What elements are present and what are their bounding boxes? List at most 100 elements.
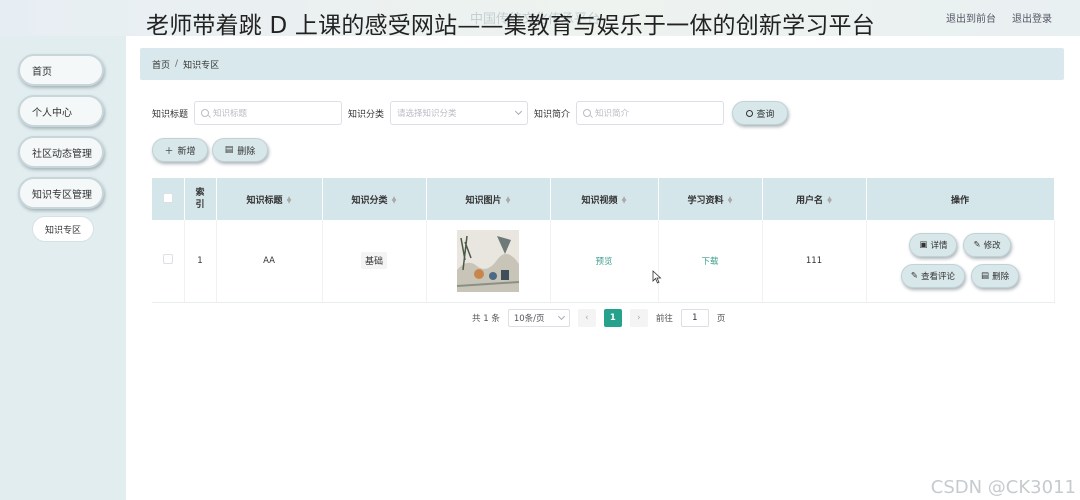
preview-video-link[interactable]: 预览 — [595, 257, 612, 267]
sort-icon[interactable]: ▲ ▼ — [622, 196, 627, 205]
title-cell: AA — [216, 220, 323, 303]
sidebar-subitem-label: 知识专区 — [44, 225, 81, 236]
trash-icon: ▤ — [981, 271, 990, 282]
chevron-right-icon: › — [637, 313, 641, 323]
total-count: 共 1 条 — [472, 312, 500, 324]
sort-icon[interactable]: ▲ ▼ — [827, 196, 832, 205]
edit-button-label: 修改 — [983, 241, 1001, 252]
query-button[interactable]: 查询 — [732, 101, 789, 125]
category-select-placeholder: 请选择知识分类 — [397, 109, 457, 119]
pencil-icon: ✎ — [910, 271, 919, 282]
view-comments-button[interactable]: ✎ 查看评论 — [900, 264, 966, 289]
document-icon: ▣ — [919, 240, 928, 251]
sort-icon[interactable]: ▲ ▼ — [392, 196, 397, 205]
select-all-cell — [152, 178, 185, 220]
logout-link[interactable]: 退出登录 — [1012, 10, 1052, 25]
sidebar-subitem-knowledge-zone[interactable]: 知识专区 — [32, 216, 94, 242]
select-all-checkbox[interactable] — [162, 192, 173, 203]
header-label: 知识标题 — [246, 195, 283, 206]
image-cell — [426, 220, 551, 303]
actions-cell: ▣ 详情 ✎ 修改 ✎ 查看评论 ▤ 删除 — [866, 220, 1055, 303]
knowledge-thumbnail[interactable] — [457, 229, 519, 292]
table-row: 1 AA 基础 预览 下载 111 ▣ 详情 ✎ 修改 ✎ 查看评论 ▤ 删除 — [152, 220, 1055, 303]
column-header-username[interactable]: 用户名 ▲ ▼ — [762, 178, 867, 220]
title-search-placeholder: 知识标题 — [213, 109, 248, 119]
intro-search-placeholder: 知识简介 — [595, 109, 630, 119]
goto-suffix: 页 — [716, 314, 726, 324]
row-delete-button-label: 删除 — [992, 272, 1010, 283]
total-prefix: 共 — [472, 314, 481, 324]
overlay-caption: 老师带着跳 D 上课的感受网站——集教育与娱乐于一体的创新学习平台 — [146, 13, 875, 39]
index-cell: 1 — [184, 220, 217, 303]
next-page-button[interactable]: › — [629, 309, 648, 327]
prev-page-button[interactable]: ‹ — [577, 309, 596, 327]
column-header-image[interactable]: 知识图片 ▲ ▼ — [426, 178, 551, 220]
mouse-cursor-icon — [652, 270, 662, 284]
search-icon — [583, 109, 592, 117]
page-number[interactable]: 1 — [603, 309, 622, 327]
row-delete-button[interactable]: ▤ 删除 — [971, 264, 1020, 289]
page-size-select[interactable]: 10条/页 — [507, 309, 570, 327]
sort-icon[interactable]: ▲ ▼ — [728, 196, 733, 205]
row-actions-line: ✎ 查看评论 ▤ 删除 — [900, 264, 1020, 289]
column-header-material[interactable]: 学习资料 ▲ ▼ — [658, 178, 763, 220]
sidebar-item-home[interactable]: 首页 — [18, 54, 104, 86]
search-icon — [745, 109, 753, 117]
category-cell: 基础 — [322, 220, 427, 303]
top-links: 退出到前台 退出登录 — [946, 10, 1052, 25]
title-search-input[interactable]: 知识标题 — [194, 101, 343, 125]
sidebar-item-label: 社区动态管理 — [32, 148, 92, 160]
column-header-actions: 操作 — [866, 178, 1055, 220]
total-suffix: 条 — [491, 314, 500, 324]
goto-page-input[interactable]: 1 — [680, 309, 709, 327]
knowledge-table: 索引 知识标题 ▲ ▼ 知识分类 ▲ ▼ 知识图片 ▲ ▼ 知识视频 ▲ ▼ 学习资料 ▲ ▼ 用户… — [152, 178, 1055, 303]
watermark: CSDN @CK3011 — [930, 477, 1076, 498]
total-value: 1 — [483, 314, 489, 324]
row-actions-line: ▣ 详情 ✎ 修改 — [909, 233, 1011, 258]
back-to-frontend-link[interactable]: 退出到前台 — [946, 10, 996, 25]
header-label: 知识图片 — [465, 195, 502, 206]
header-label: 操作 — [950, 195, 969, 206]
delete-button-label: 删除 — [237, 146, 256, 157]
category-search-label: 知识分类 — [348, 109, 385, 120]
breadcrumb-separator: / — [175, 59, 179, 69]
chevron-down-icon — [557, 312, 565, 321]
sidebar-item-label: 知识专区管理 — [32, 189, 92, 201]
edit-button[interactable]: ✎ 修改 — [963, 233, 1011, 258]
column-header-video[interactable]: 知识视频 ▲ ▼ — [550, 178, 659, 220]
video-cell: 预览 — [550, 220, 659, 303]
intro-search-input[interactable]: 知识简介 — [576, 101, 725, 125]
row-checkbox[interactable] — [162, 254, 173, 265]
sidebar-item-personal-center[interactable]: 个人中心 — [18, 95, 104, 127]
chevron-down-icon — [514, 107, 523, 116]
main-content: 首页 / 知识专区 知识标题 知识标题 知识分类 请选择知识分类 知识简介 知识… — [126, 36, 1080, 500]
add-button[interactable]: ＋ 新增 — [152, 138, 208, 162]
column-header-category[interactable]: 知识分类 ▲ ▼ — [322, 178, 427, 220]
chevron-left-icon: ‹ — [585, 313, 589, 323]
sidebar-item-community-mgmt[interactable]: 社区动态管理 — [18, 136, 104, 168]
breadcrumb-current: 知识专区 — [183, 60, 220, 71]
query-button-label: 查询 — [756, 109, 775, 120]
download-material-link[interactable]: 下载 — [701, 257, 718, 267]
sort-icon[interactable]: ▲ ▼ — [287, 196, 292, 205]
sidebar-item-knowledge-mgmt[interactable]: 知识专区管理 — [18, 177, 104, 209]
detail-button[interactable]: ▣ 详情 — [909, 233, 958, 258]
breadcrumb: 首页 / 知识专区 — [140, 48, 1064, 80]
sidebar-item-label: 首页 — [32, 66, 52, 78]
material-cell: 下载 — [658, 220, 763, 303]
sidebar: 首页 个人中心 社区动态管理 知识专区管理 知识专区 — [0, 36, 126, 500]
intro-search-label: 知识简介 — [534, 109, 571, 120]
goto-label: 前往 — [655, 314, 673, 324]
row-actions: ▣ 详情 ✎ 修改 ✎ 查看评论 ▤ 删除 — [867, 233, 1054, 289]
search-icon — [201, 109, 210, 117]
title-search-label: 知识标题 — [152, 109, 189, 120]
delete-button[interactable]: ▤ 删除 — [212, 138, 268, 162]
category-select[interactable]: 请选择知识分类 — [390, 101, 529, 125]
add-button-label: 新增 — [177, 146, 196, 157]
sort-icon[interactable]: ▲ ▼ — [506, 196, 511, 205]
username-cell: 111 — [762, 220, 867, 303]
breadcrumb-home[interactable]: 首页 — [152, 58, 170, 71]
pagination: 共 1 条 10条/页 ‹ 1 › 前往 1 页 — [472, 308, 725, 328]
page-size-value: 10条/页 — [513, 314, 545, 324]
column-header-title[interactable]: 知识标题 ▲ ▼ — [216, 178, 323, 220]
